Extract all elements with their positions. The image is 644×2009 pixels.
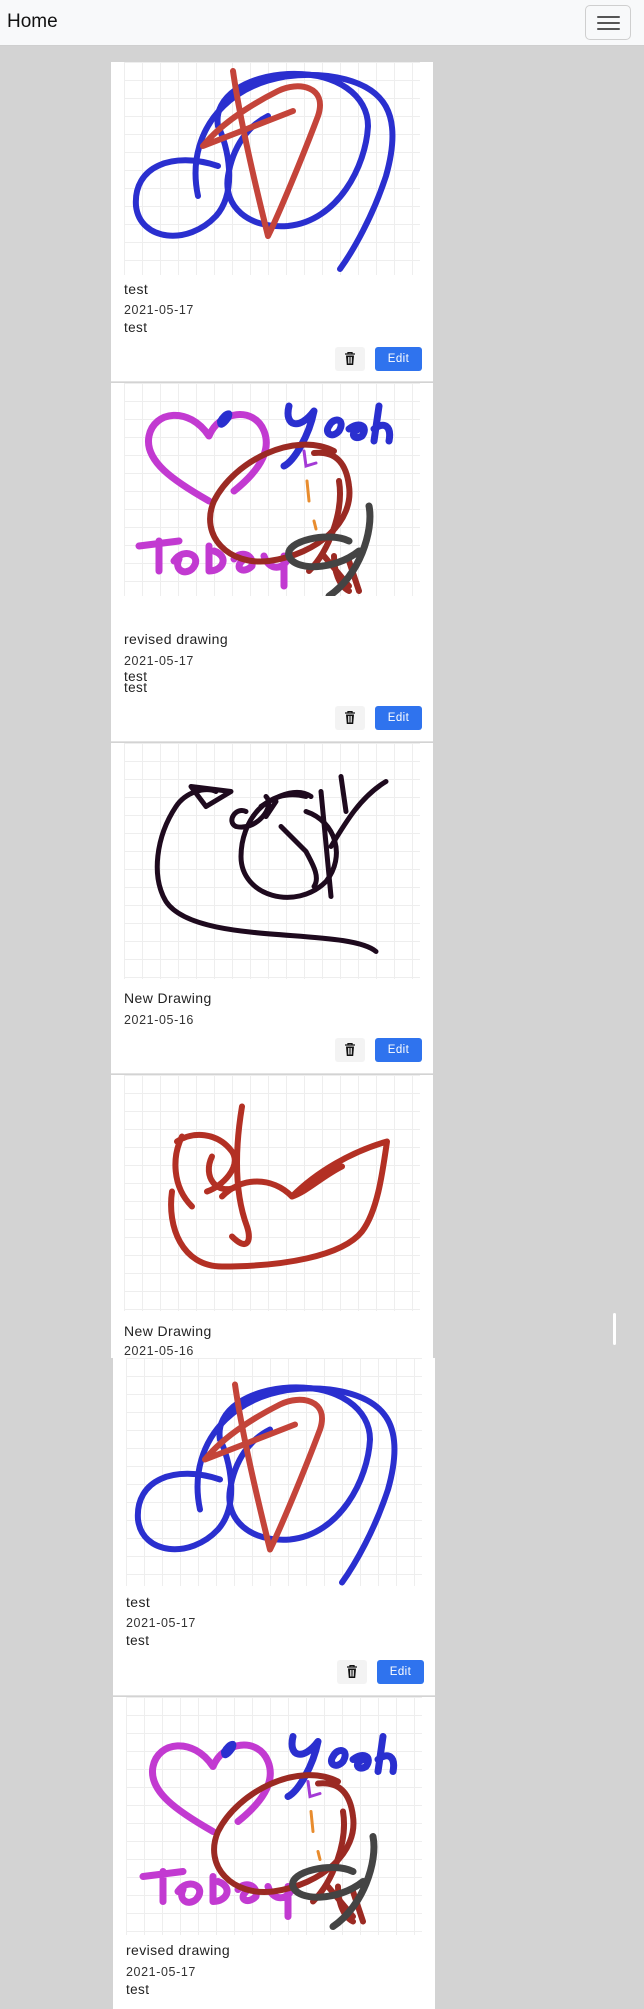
- menu-toggle-button[interactable]: [585, 5, 631, 40]
- delete-button[interactable]: [335, 706, 365, 730]
- drawing-thumbnail[interactable]: [124, 1075, 420, 1311]
- drawing-description: test: [126, 1982, 150, 1997]
- drawing-card: New Drawing 2021-05-16 Edit: [111, 743, 433, 1074]
- drawing-date: 2021-05-17: [124, 654, 194, 668]
- scrollbar-thumb[interactable]: [613, 1313, 616, 1345]
- drawing-card: test 2021-05-17 test Edit: [113, 1358, 435, 1696]
- drawing-title: test: [126, 1594, 151, 1610]
- edit-button[interactable]: Edit: [377, 1660, 424, 1684]
- edit-button[interactable]: Edit: [375, 347, 422, 371]
- drawing-date: 2021-05-17: [124, 303, 194, 317]
- delete-button[interactable]: [335, 1038, 365, 1062]
- drawing-description: test: [126, 1633, 150, 1648]
- drawing-card: New Drawing 2021-05-16: [111, 1075, 433, 1358]
- drawing-title: test: [124, 281, 149, 297]
- trash-icon: [344, 711, 356, 725]
- drawing-title: revised drawing: [124, 631, 229, 647]
- trash-icon: [344, 1043, 356, 1057]
- drawing-description: test: [124, 320, 148, 335]
- edit-button[interactable]: Edit: [375, 1038, 422, 1062]
- home-link[interactable]: Home: [7, 11, 58, 33]
- drawing-date: 2021-05-17: [126, 1616, 196, 1630]
- drawing-card: revised drawing 2021-05-17 test: [113, 1697, 435, 2009]
- drawing-thumbnail[interactable]: [124, 62, 420, 275]
- drawing-title: New Drawing: [124, 1323, 212, 1339]
- trash-icon: [344, 352, 356, 366]
- drawing-thumbnail[interactable]: [126, 1697, 422, 1935]
- drawing-description-echo: test: [124, 680, 148, 695]
- drawing-card: revised drawing 2021-05-17 test test Edi…: [111, 383, 433, 742]
- navbar: Home: [0, 0, 644, 46]
- drawing-title: New Drawing: [124, 990, 212, 1006]
- delete-button[interactable]: [337, 1660, 367, 1684]
- trash-icon: [346, 1665, 358, 1679]
- edit-button[interactable]: Edit: [375, 706, 422, 730]
- drawing-thumbnail[interactable]: [124, 383, 420, 596]
- drawing-title: revised drawing: [126, 1942, 231, 1958]
- drawing-date: 2021-05-16: [124, 1013, 194, 1027]
- delete-button[interactable]: [335, 347, 365, 371]
- drawing-date: 2021-05-17: [126, 1965, 196, 1979]
- drawing-thumbnail[interactable]: [124, 743, 420, 979]
- drawing-card: test 2021-05-17 test Edit: [111, 62, 433, 382]
- drawing-thumbnail[interactable]: [126, 1358, 422, 1586]
- hamburger-icon: [597, 16, 620, 18]
- drawing-date: 2021-05-16: [124, 1344, 194, 1358]
